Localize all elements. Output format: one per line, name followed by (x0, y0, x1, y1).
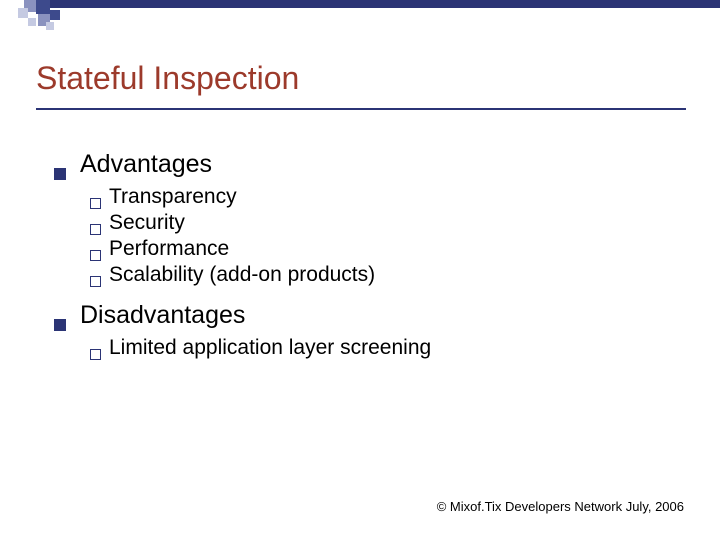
title-underline (36, 108, 686, 110)
bullet-hollow-icon (90, 349, 101, 360)
list-item-text: Limited application layer screening (109, 336, 431, 360)
section-heading-text: Advantages (80, 150, 212, 179)
deco-square (36, 0, 50, 14)
list-item-text: Security (109, 211, 185, 235)
list-item: Limited application layer screening (90, 336, 674, 360)
section-heading: Disadvantages (54, 301, 674, 330)
section-heading: Advantages (54, 150, 674, 179)
list-item: Transparency (90, 185, 674, 209)
list-item-text: Scalability (add-on products) (109, 263, 375, 287)
list-item: Security (90, 211, 674, 235)
bullet-hollow-icon (90, 250, 101, 261)
deco-square (28, 18, 36, 26)
bullet-hollow-icon (90, 224, 101, 235)
deco-square (18, 8, 28, 18)
list-item-text: Transparency (109, 185, 237, 209)
slide-title: Stateful Inspection (36, 60, 299, 97)
bullet-filled-icon (54, 319, 66, 331)
list-item-text: Performance (109, 237, 229, 261)
top-bar (50, 0, 720, 8)
list-item: Scalability (add-on products) (90, 263, 674, 287)
bullet-hollow-icon (90, 276, 101, 287)
top-decoration (0, 0, 720, 40)
list-item: Performance (90, 237, 674, 261)
slide-content: Advantages Transparency Security Perform… (54, 150, 674, 362)
bullet-filled-icon (54, 168, 66, 180)
section-heading-text: Disadvantages (80, 301, 245, 330)
bullet-hollow-icon (90, 198, 101, 209)
footer-copyright: © Mixof.Tix Developers Network July, 200… (437, 499, 684, 514)
deco-square (46, 22, 54, 30)
deco-square (50, 10, 60, 20)
